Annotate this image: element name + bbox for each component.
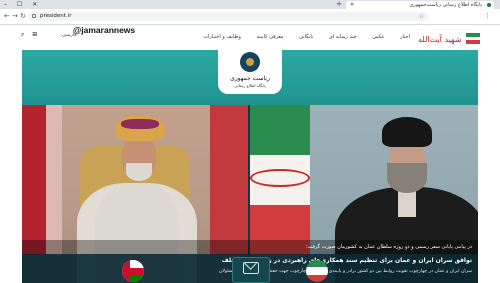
turban [382, 117, 432, 147]
main-nav: اخبار عکس چند رسانه ای بایگانی معرفی کاب… [189, 34, 410, 40]
browser-tab-bar: – ☐ ✕ + ✕ پایگاه اطلاع رسانی ریاست‌جمهور… [0, 0, 500, 9]
iran-flag-drape [250, 105, 310, 255]
forward-icon[interactable]: → [12, 12, 18, 20]
caption-strip: در پیامی پایانی سفر رسمی و دو روزه سلطان… [22, 240, 478, 254]
new-tab-button[interactable]: + [336, 1, 342, 8]
nav-item-archive[interactable]: بایگانی [299, 34, 313, 40]
browser-tab[interactable]: ✕ پایگاه اطلاع رسانی ریاست‌جمهوری [346, 1, 494, 9]
banner-teal-band: ریاست جمهوری پایگاه اطلاع رسانی [22, 50, 478, 105]
omnibox[interactable]: president.ir ☆ [28, 12, 428, 21]
nav-item-photo[interactable]: عکس [372, 34, 384, 40]
extensions-icon[interactable]: ⋮ [484, 12, 494, 20]
address-bar-row: ← → ↻ president.ir ☆ ⋮ [0, 9, 500, 25]
reload-icon[interactable]: ↻ [20, 12, 26, 20]
emblem-icon [240, 52, 260, 72]
nav-item-duties[interactable]: وظایف و اختیارات [203, 34, 241, 40]
bookmark-star-icon[interactable]: ☆ [419, 12, 424, 21]
nav-item-cabinet[interactable]: معرفی کابینه [257, 34, 284, 40]
lock-icon[interactable] [32, 14, 36, 18]
favicon-icon [487, 3, 491, 7]
emblem-title: ریاست جمهوری [230, 75, 270, 82]
language-select[interactable]: فارسی [62, 32, 77, 38]
presidency-emblem[interactable]: ریاست جمهوری پایگاه اطلاع رسانی [218, 50, 282, 94]
nav-item-news[interactable]: اخبار [400, 34, 410, 40]
emblem-subtitle: پایگاه اطلاع رسانی [234, 83, 266, 88]
tab-title: پایگاه اطلاع رسانی ریاست‌جمهوری [409, 2, 482, 8]
logo-text: شهید آیت‌الله [418, 35, 462, 44]
turban [115, 115, 165, 141]
window-controls[interactable]: – ☐ ✕ [4, 1, 41, 8]
oman-flag-icon [122, 260, 144, 282]
iran-flag-icon [466, 33, 480, 44]
oman-flag-drape-right [210, 105, 248, 255]
iran-flag-circle-icon [306, 260, 328, 282]
beard [126, 163, 152, 181]
envelope-icon [243, 262, 259, 274]
back-icon[interactable]: ← [4, 12, 10, 20]
oman-flag-white [46, 105, 62, 255]
close-tab-icon[interactable]: ✕ [350, 1, 354, 9]
search-icon[interactable]: ⌕ ⊞ [21, 31, 40, 39]
photo-caption: در پیامی پایانی سفر رسمی و دو روزه سلطان… [306, 244, 472, 250]
iran-emblem-icon [250, 169, 310, 187]
url-text[interactable]: president.ir [40, 12, 71, 21]
featured-banner[interactable]: ریاست جمهوری پایگاه اطلاع رسانی در پیامی… [22, 50, 478, 283]
nav-item-multimedia[interactable]: چند رسانه ای [329, 34, 357, 40]
beard [387, 163, 427, 193]
watermark: @jamarannews [73, 25, 136, 35]
mail-badge[interactable] [232, 257, 270, 283]
